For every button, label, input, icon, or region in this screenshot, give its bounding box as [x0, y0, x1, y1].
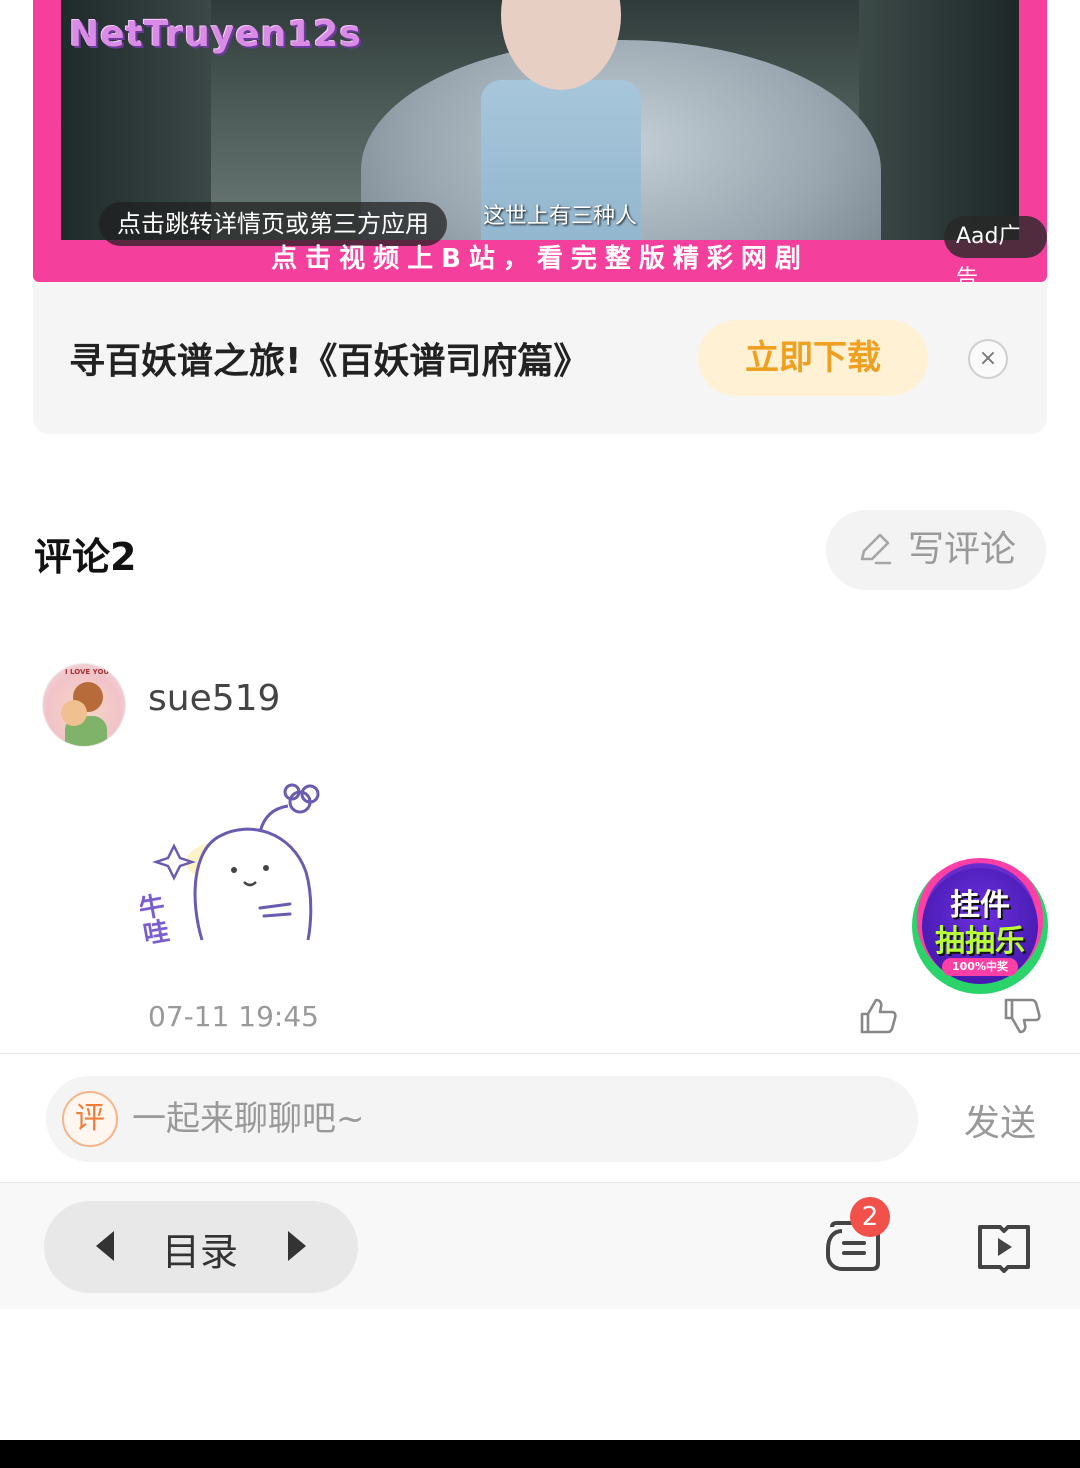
write-comment-label: 写评论 — [907, 529, 1016, 570]
comment-input-bar[interactable]: 评 — [46, 1076, 918, 1162]
comment-icon: 评 — [62, 1091, 118, 1147]
download-now-button[interactable]: 立即下载 — [698, 320, 928, 396]
avatar[interactable]: I LOVE YOU — [42, 663, 126, 747]
comment-count-badge: 2 — [850, 1197, 890, 1237]
pencil-icon — [860, 533, 892, 565]
table-of-contents-button[interactable]: 目录 — [162, 1221, 238, 1276]
comment-username[interactable]: sue519 — [148, 678, 280, 719]
dislike-icon[interactable] — [1000, 994, 1044, 1038]
sticker-text: 牛哇 — [140, 891, 171, 948]
video-caption: 点击视频上B站，看完整版精彩网剧 — [271, 244, 809, 274]
video-background-right — [859, 0, 1019, 240]
system-nav-bar — [0, 1440, 1080, 1468]
like-icon[interactable] — [856, 994, 900, 1038]
next-chapter-icon[interactable] — [288, 1231, 306, 1261]
avatar-tag: I LOVE YOU — [65, 668, 110, 676]
video-nav-icon[interactable] — [976, 1221, 1032, 1273]
send-button[interactable]: 发送 — [964, 1094, 1036, 1146]
comments-count-title: 评论2 — [34, 535, 137, 579]
divider — [0, 1053, 1080, 1054]
ad-info-bar: 寻百妖谱之旅!《百妖谱司府篇》 立即下载 × — [33, 282, 1047, 434]
write-comment-button[interactable]: 写评论 — [826, 510, 1046, 590]
close-icon: × — [978, 346, 998, 371]
bottom-nav: 目录 2 — [0, 1183, 1080, 1309]
pendant-lottery-badge[interactable]: 挂件 抽抽乐 100%中奖 — [912, 858, 1048, 994]
ad-video-banner[interactable]: NetTruyen12s 点击跳转详情页或第三方应用 这世上有三种人 Aad广告… — [33, 0, 1047, 282]
comment-sticker: 牛哇 — [140, 783, 320, 948]
comment-input[interactable] — [132, 1086, 892, 1152]
prev-chapter-icon[interactable] — [96, 1231, 114, 1261]
badge-line-2: 抽抽乐 — [935, 924, 1025, 959]
comment-timestamp: 07-11 19:45 — [148, 1000, 319, 1033]
chapter-nav-pill: 目录 — [44, 1201, 358, 1293]
video-subtitle: 这世上有三种人 — [483, 204, 638, 229]
ad-title[interactable]: 寻百妖谱之旅!《百妖谱司府篇》 — [69, 332, 589, 384]
close-ad-button[interactable]: × — [968, 339, 1008, 379]
site-watermark: NetTruyen12s — [69, 14, 362, 55]
badge-line-3: 100%中奖 — [942, 958, 1018, 976]
